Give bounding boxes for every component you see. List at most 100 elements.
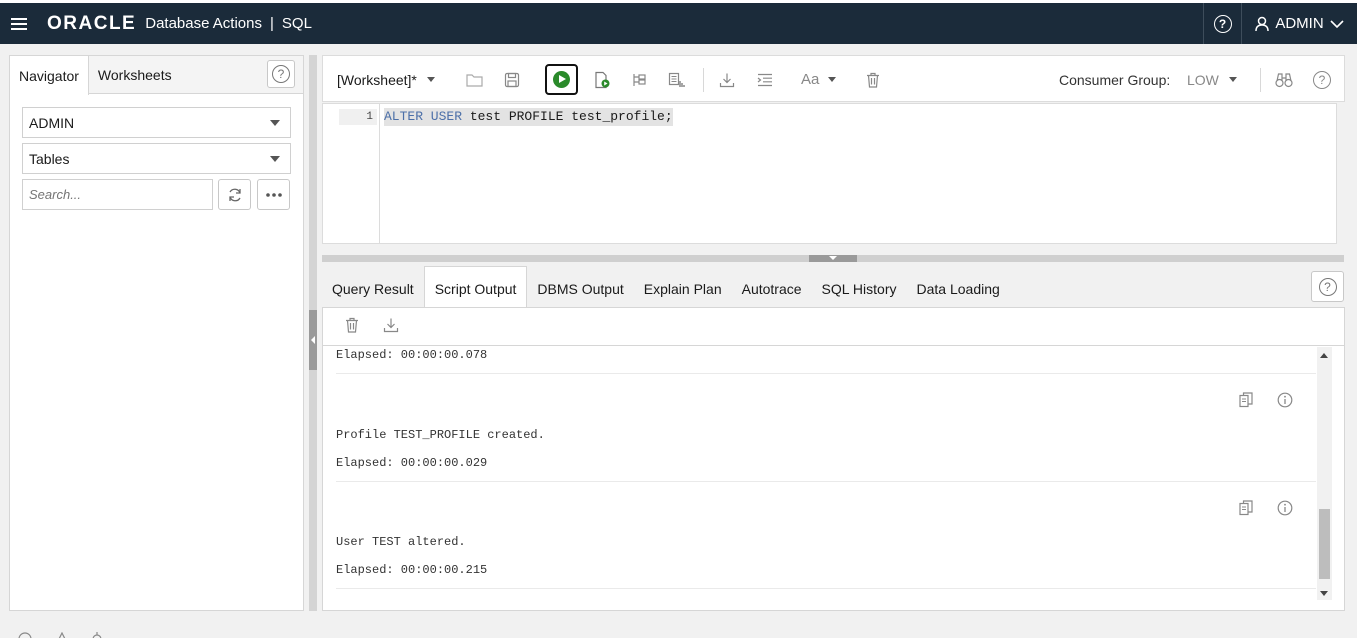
- folder-icon: [466, 73, 483, 87]
- output-toolbar: [323, 308, 1344, 346]
- help-circle-icon: ?: [1318, 277, 1337, 296]
- format-button[interactable]: [757, 56, 773, 103]
- entry-separator: [336, 373, 1316, 374]
- object-type-select-value: Tables: [29, 150, 70, 167]
- entry-separator: [336, 588, 1316, 589]
- sql-keyword: ALTER USER: [384, 109, 463, 124]
- caret-down-icon: [270, 120, 280, 126]
- output-scrollbar[interactable]: [1317, 347, 1332, 600]
- consumer-group-select[interactable]: LOW: [1187, 56, 1237, 103]
- tab-query-result[interactable]: Query Result: [322, 267, 424, 307]
- font-menu[interactable]: Aa: [801, 56, 837, 103]
- worksheet-name: [Worksheet]*: [337, 71, 417, 88]
- autotrace-button[interactable]: [668, 56, 686, 103]
- play-icon: [553, 71, 570, 88]
- output-scroll-area[interactable]: Elapsed: 00:00:00.078 Profile TEST_PROFI…: [323, 347, 1344, 600]
- user-menu[interactable]: ADMIN: [1241, 3, 1357, 44]
- status-circle-icon[interactable]: [18, 632, 32, 638]
- vertical-splitter[interactable]: [309, 55, 317, 611]
- scroll-down-arrow-icon[interactable]: [1320, 591, 1328, 596]
- consumer-group-label: Consumer Group:: [1059, 71, 1171, 88]
- collapse-editor-handle[interactable]: [809, 255, 857, 262]
- output-message: User TEST altered.: [336, 535, 466, 549]
- title-separator: |: [269, 15, 274, 32]
- schema-select[interactable]: ADMIN: [22, 107, 291, 138]
- font-icon: Aa: [801, 71, 820, 88]
- caret-down-icon: [1228, 77, 1237, 82]
- navigator-panel: Navigator Worksheets ? ADMIN Tables: [9, 55, 304, 611]
- help-circle-icon: ?: [1313, 70, 1331, 89]
- tab-script-output[interactable]: Script Output: [423, 266, 528, 307]
- worksheet-name-menu[interactable]: [Worksheet]*: [337, 56, 435, 103]
- copy-output-button[interactable]: [1239, 392, 1253, 411]
- toolbar-divider: [703, 68, 704, 92]
- top-bar: ORACLE Database Actions | SQL ? ADMIN: [0, 0, 1357, 44]
- elapsed-time: Elapsed: 00:00:00.215: [336, 563, 488, 577]
- info-icon: [1277, 392, 1293, 408]
- explain-plan-icon: [633, 73, 646, 86]
- search-input[interactable]: [22, 179, 213, 210]
- app-title[interactable]: Database Actions: [145, 15, 262, 32]
- info-button[interactable]: [1277, 392, 1293, 411]
- elapsed-time: Elapsed: 00:00:00.078: [336, 348, 488, 362]
- find-button[interactable]: [1275, 56, 1293, 103]
- trash-icon: [867, 72, 879, 88]
- output-message: Profile TEST_PROFILE created.: [336, 428, 545, 442]
- navigator-tabs: Navigator Worksheets ?: [10, 56, 303, 95]
- tab-sql-history[interactable]: SQL History: [812, 267, 907, 307]
- user-icon: [1255, 16, 1270, 31]
- sql-text: test PROFILE test_profile;: [462, 109, 673, 124]
- settings-gear-icon[interactable]: [90, 632, 104, 638]
- refresh-button[interactable]: [218, 179, 251, 210]
- elapsed-time: Elapsed: 00:00:00.029: [336, 456, 488, 470]
- binoculars-icon: [1275, 72, 1293, 87]
- scroll-up-arrow-icon[interactable]: [1320, 353, 1328, 358]
- tab-navigator[interactable]: Navigator: [10, 56, 89, 95]
- download-icon: [719, 73, 735, 87]
- collapse-left-handle[interactable]: [309, 310, 317, 370]
- worksheet-help-button[interactable]: ?: [1313, 56, 1331, 103]
- clear-output-button[interactable]: [345, 317, 359, 336]
- info-button[interactable]: [1277, 500, 1293, 519]
- trash-icon: [346, 317, 358, 333]
- caret-down-icon: [828, 77, 837, 82]
- save-button[interactable]: [504, 56, 520, 103]
- tab-explain-plan[interactable]: Explain Plan: [634, 267, 732, 307]
- clear-button[interactable]: [866, 56, 880, 103]
- more-actions-button[interactable]: [257, 179, 290, 210]
- copy-output-button[interactable]: [1239, 500, 1253, 519]
- code-line[interactable]: ALTER USER test PROFILE test_profile;: [384, 108, 673, 126]
- download-output-button[interactable]: [383, 317, 399, 336]
- line-number: 1: [339, 109, 377, 125]
- page-title: SQL: [281, 15, 312, 32]
- tab-worksheets[interactable]: Worksheets: [89, 56, 181, 93]
- refresh-icon: [228, 188, 241, 201]
- copy-icon: [1239, 500, 1253, 516]
- navigator-help-button[interactable]: ?: [267, 60, 295, 88]
- help-circle-icon: ?: [272, 65, 290, 83]
- caret-down-icon: [426, 77, 435, 82]
- open-folder-button[interactable]: [466, 56, 483, 103]
- hamburger-menu-icon[interactable]: [11, 17, 27, 30]
- entry-separator: [336, 481, 1316, 482]
- tab-dbms-output[interactable]: DBMS Output: [527, 267, 633, 307]
- explain-plan-button[interactable]: [631, 56, 647, 103]
- object-type-select[interactable]: Tables: [22, 143, 291, 174]
- ellipsis-icon: [265, 192, 282, 197]
- help-button[interactable]: ?: [1203, 3, 1241, 44]
- warning-icon[interactable]: [55, 631, 69, 638]
- autotrace-icon: [668, 72, 685, 87]
- tab-data-loading[interactable]: Data Loading: [907, 267, 1010, 307]
- horizontal-splitter[interactable]: [322, 255, 1344, 262]
- worksheet-toolbar: [Worksheet]* Aa Consumer Group: LOW ?: [322, 55, 1345, 102]
- code-editor[interactable]: 1 ALTER USER test PROFILE test_profile;: [322, 103, 1337, 244]
- run-statement-button[interactable]: [545, 64, 578, 95]
- run-script-button[interactable]: [593, 56, 611, 103]
- line-gutter: 1: [323, 104, 380, 243]
- help-circle-icon: ?: [1213, 14, 1232, 33]
- scrollbar-thumb[interactable]: [1319, 509, 1330, 579]
- download-button[interactable]: [719, 56, 735, 103]
- tab-autotrace[interactable]: Autotrace: [732, 267, 812, 307]
- toolbar-divider: [1260, 68, 1261, 92]
- output-help-button[interactable]: ?: [1311, 271, 1344, 302]
